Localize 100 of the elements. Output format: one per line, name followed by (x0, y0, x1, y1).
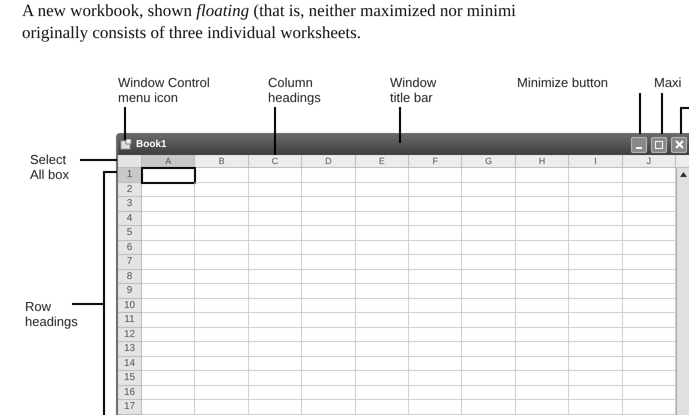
grid-cell[interactable] (302, 212, 356, 226)
grid-cell[interactable] (462, 226, 516, 240)
grid-cell[interactable] (409, 386, 462, 400)
grid-cell[interactable] (462, 356, 516, 371)
grid-cell[interactable] (356, 226, 410, 240)
row-header[interactable]: 8 (118, 270, 142, 284)
grid-cell[interactable] (142, 240, 196, 255)
row-header[interactable]: 4 (118, 212, 142, 226)
grid-cell[interactable] (569, 212, 623, 226)
grid-cell[interactable] (462, 400, 516, 414)
row-header[interactable]: 1 (118, 168, 142, 182)
row-header[interactable]: 16 (118, 386, 142, 400)
grid-cell[interactable] (409, 270, 462, 284)
sheet-icon[interactable] (120, 139, 132, 150)
grid-cell[interactable] (302, 240, 356, 255)
grid-cell[interactable] (142, 212, 196, 226)
grid-cell[interactable] (569, 197, 623, 212)
grid-cell[interactable] (569, 400, 623, 414)
grid-cell[interactable] (195, 212, 249, 226)
grid-cell[interactable] (302, 168, 356, 182)
grid-cell[interactable] (462, 313, 516, 328)
grid-cell[interactable] (356, 328, 410, 342)
grid-cell[interactable] (302, 255, 356, 270)
grid-cell[interactable] (248, 270, 302, 284)
grid-cell[interactable] (569, 298, 623, 313)
grid-cell[interactable] (248, 197, 302, 212)
grid-cell[interactable] (356, 270, 410, 284)
grid-cell[interactable] (195, 240, 249, 255)
row-header[interactable]: 12 (118, 328, 142, 342)
grid-cell[interactable] (462, 168, 516, 182)
grid-cell[interactable] (409, 298, 462, 313)
grid-cell[interactable] (516, 313, 570, 328)
grid-cell[interactable] (409, 328, 462, 342)
grid-cell[interactable] (356, 168, 410, 182)
grid-cell[interactable] (302, 313, 356, 328)
grid-cell[interactable] (569, 313, 623, 328)
grid-cell[interactable] (302, 342, 356, 356)
grid-cell[interactable] (195, 356, 249, 371)
grid-cell[interactable] (356, 386, 410, 400)
grid-cell[interactable] (195, 386, 249, 400)
grid-cell[interactable] (356, 197, 410, 212)
grid-cell[interactable] (142, 226, 196, 240)
grid-cell[interactable] (248, 182, 302, 197)
grid-cell[interactable] (142, 400, 196, 414)
column-header[interactable]: G (462, 155, 516, 168)
grid-cell[interactable] (516, 371, 570, 386)
grid-cell[interactable] (356, 182, 410, 197)
grid-cell[interactable] (356, 313, 410, 328)
row-header[interactable]: 11 (118, 313, 142, 328)
grid-cell[interactable] (462, 270, 516, 284)
grid-cell[interactable] (409, 342, 462, 356)
grid-cell[interactable] (516, 255, 570, 270)
grid-cell[interactable] (462, 342, 516, 356)
grid-cell[interactable] (409, 226, 462, 240)
grid-cell[interactable] (142, 328, 196, 342)
grid-cell[interactable] (248, 356, 302, 371)
grid-cell[interactable] (248, 212, 302, 226)
grid-cell[interactable] (142, 284, 196, 298)
grid-cell[interactable] (462, 298, 516, 313)
row-header[interactable]: 7 (118, 255, 142, 270)
grid-cell[interactable] (409, 400, 462, 414)
vertical-scrollbar[interactable] (676, 168, 689, 414)
grid-cell[interactable] (195, 400, 249, 414)
grid-cell[interactable] (516, 328, 570, 342)
grid-cell[interactable] (356, 356, 410, 371)
grid-cell[interactable] (569, 182, 623, 197)
grid-cell[interactable] (462, 240, 516, 255)
grid-cell[interactable] (569, 255, 623, 270)
grid-cell[interactable] (356, 342, 410, 356)
grid-cell[interactable] (516, 270, 570, 284)
grid-cell[interactable] (302, 386, 356, 400)
grid-cell[interactable] (356, 240, 410, 255)
grid-cell[interactable] (569, 386, 623, 400)
grid-cell[interactable] (302, 356, 356, 371)
grid-cell[interactable] (356, 284, 410, 298)
grid-cell[interactable] (302, 400, 356, 414)
grid-cell[interactable] (142, 371, 196, 386)
grid-cell[interactable] (516, 298, 570, 313)
grid-cell[interactable] (195, 298, 249, 313)
row-header[interactable]: 9 (118, 284, 142, 298)
grid-cell[interactable] (302, 284, 356, 298)
grid-cell[interactable] (195, 226, 249, 240)
grid-cell[interactable] (409, 197, 462, 212)
grid-cell[interactable] (195, 328, 249, 342)
grid-cell[interactable] (142, 197, 196, 212)
grid-cell[interactable] (462, 197, 516, 212)
column-header[interactable]: H (516, 155, 570, 168)
grid-cell[interactable] (569, 328, 623, 342)
column-header[interactable]: A (142, 155, 196, 168)
grid-cell[interactable] (462, 212, 516, 226)
grid-cell[interactable] (409, 356, 462, 371)
grid-cell[interactable] (248, 284, 302, 298)
grid-cell[interactable] (248, 226, 302, 240)
grid-cell[interactable] (569, 270, 623, 284)
grid-cell[interactable] (142, 255, 196, 270)
grid-cell[interactable] (142, 356, 196, 371)
grid-cell[interactable] (248, 371, 302, 386)
column-header[interactable]: I (569, 155, 623, 168)
grid-cell[interactable] (302, 182, 356, 197)
grid-cell[interactable] (356, 255, 410, 270)
